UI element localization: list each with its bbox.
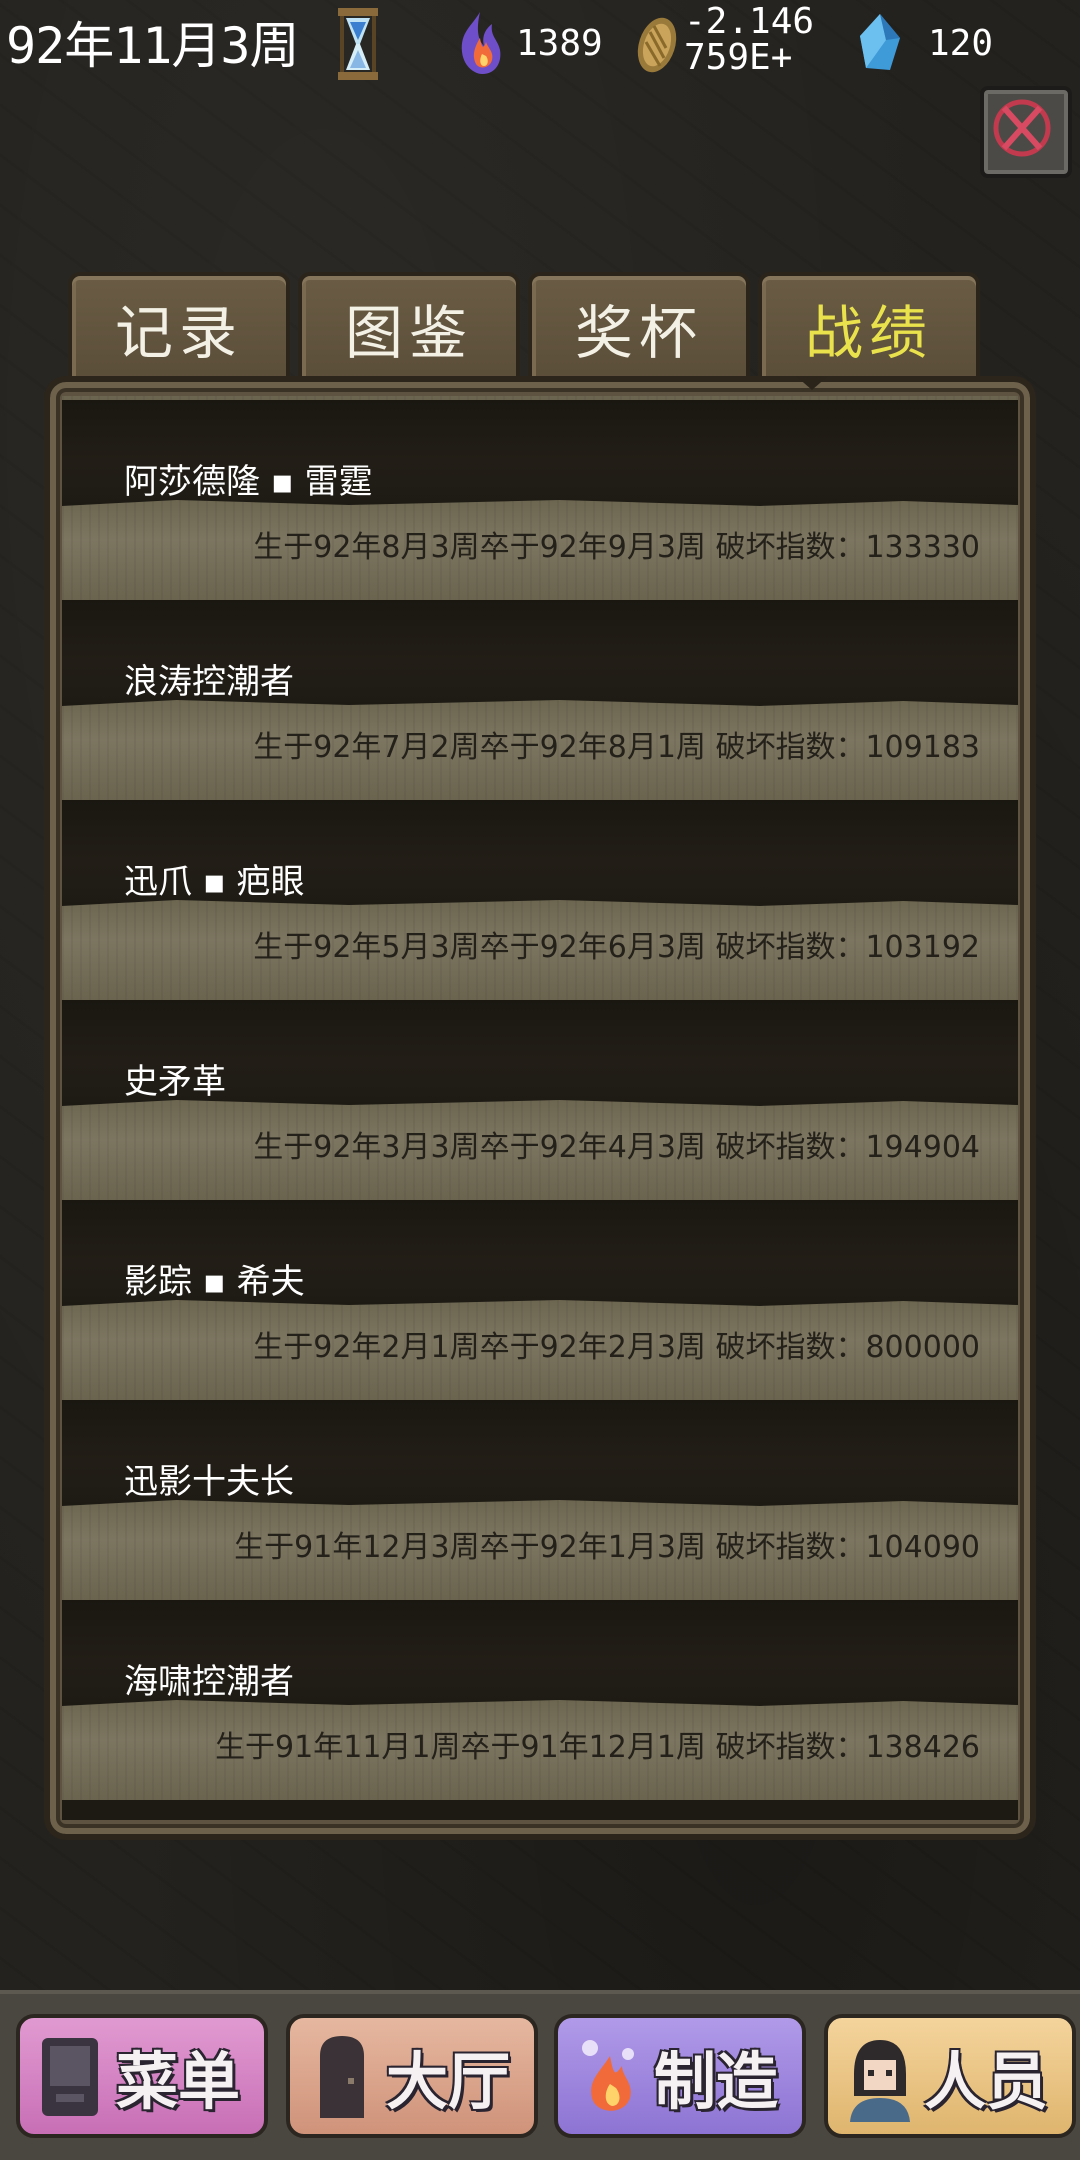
craft-button[interactable]: 制造 (554, 2014, 806, 2138)
fire-value: 1389 (516, 23, 603, 64)
battle-record-list-content: 生于92年10月1周卒于92年10月3周 破坏指数：-21861阿莎德隆 ▪ 雷… (62, 396, 1018, 1800)
record-name: 浪涛控潮者 (124, 662, 294, 702)
tab-records[interactable]: 记录 (68, 272, 290, 380)
gem-value: 120 (928, 23, 994, 64)
record-info: 生于92年2月1周卒于92年2月3周 破坏指数：800000 (253, 1330, 980, 1365)
coin-value-line1: -2.146 (684, 1, 815, 42)
record-info: 生于92年7月2周卒于92年8月1周 破坏指数：109183 (253, 730, 980, 765)
close-icon (993, 99, 1051, 157)
record-entry[interactable]: 迅爪 ▪ 疤眼生于92年5月3周卒于92年6月3周 破坏指数：103192 (62, 800, 1018, 1000)
tab-battle-records[interactable]: 战绩 (758, 272, 980, 380)
record-info: 生于92年5月3周卒于92年6月3周 破坏指数：103192 (253, 930, 980, 965)
record-info: 生于91年12月3周卒于92年1月3周 破坏指数：104090 (234, 1530, 980, 1565)
record-name: 海啸控潮者 (124, 1662, 294, 1702)
record-name: 影踪 ▪ 希夫 (124, 1262, 305, 1302)
coin-value: -2.146 759E+ (684, 4, 814, 76)
close-button[interactable] (980, 86, 1072, 178)
record-info: 生于91年11月1周卒于91年12月1周 破坏指数：138426 (215, 1730, 980, 1765)
status-bar: 92年11月3周 1389 -2.146 759E+ 120 (0, 0, 1080, 92)
coin-value-line2: 759E+ (684, 37, 793, 78)
hall-label: 大厅 (386, 2045, 511, 2118)
record-entry[interactable]: 影踪 ▪ 希夫生于92年2月1周卒于92年2月3周 破坏指数：800000 (62, 1200, 1018, 1400)
record-info: 生于92年3月3周卒于92年4月3周 破坏指数：194904 (253, 1130, 980, 1165)
person-icon (850, 2040, 910, 2122)
door-icon (320, 2036, 364, 2118)
hourglass-icon (338, 8, 378, 80)
record-name: 迅爪 ▪ 疤眼 (124, 862, 305, 902)
active-tab-pointer (796, 376, 828, 390)
record-info: 生于92年8月3周卒于92年9月3周 破坏指数：133330 (253, 530, 980, 565)
gem-resource: 120 (852, 0, 1002, 86)
record-entry[interactable]: 海啸控潮者生于91年11月1周卒于91年12月1周 破坏指数：138426 (62, 1600, 1018, 1800)
coin-icon (637, 17, 677, 73)
menu-icon (42, 2038, 98, 2116)
record-name: 史矛革 (124, 1062, 226, 1102)
game-date: 92年11月3周 (6, 17, 300, 75)
craft-label: 制造 (654, 2045, 779, 2118)
record-entry[interactable]: 史矛革 生于92年3月3周卒于92年4月3周 破坏指数：194904 (62, 1000, 1018, 1200)
battle-record-list[interactable]: 生于92年10月1周卒于92年10月3周 破坏指数：-21861阿莎德隆 ▪ 雷… (62, 396, 1018, 1820)
fire-craft-icon (582, 2040, 634, 2111)
record-entry[interactable]: 阿莎德隆 ▪ 雷霆生于92年8月3周卒于92年9月3周 破坏指数：133330 (62, 400, 1018, 600)
record-name: 阿莎德隆 ▪ 雷霆 (124, 462, 373, 502)
hall-button[interactable]: 大厅 (286, 2014, 538, 2138)
menu-label: 菜单 (116, 2045, 241, 2118)
staff-button[interactable]: 人员 (824, 2014, 1076, 2138)
fire-icon (461, 12, 501, 74)
bottom-navigation: 菜单 大厅 制造 人员 (0, 1990, 1080, 2160)
record-entry[interactable]: 浪涛控潮者生于92年7月2周卒于92年8月1周 破坏指数：109183 (62, 600, 1018, 800)
tab-trophies[interactable]: 奖杯 (528, 272, 750, 380)
tab-encyclopedia[interactable]: 图鉴 (298, 272, 520, 380)
menu-button[interactable]: 菜单 (16, 2014, 268, 2138)
gem-icon (860, 14, 900, 70)
fire-resource: 1389 (452, 0, 622, 86)
staff-label: 人员 (924, 2045, 1049, 2118)
coin-resource: -2.146 759E+ (632, 0, 832, 86)
record-entry[interactable]: 迅影十夫长生于91年12月3周卒于92年1月3周 破坏指数：104090 (62, 1400, 1018, 1600)
tab-bar: 记录 图鉴 奖杯 战绩 (68, 272, 988, 380)
record-name: 迅影十夫长 (124, 1462, 294, 1502)
